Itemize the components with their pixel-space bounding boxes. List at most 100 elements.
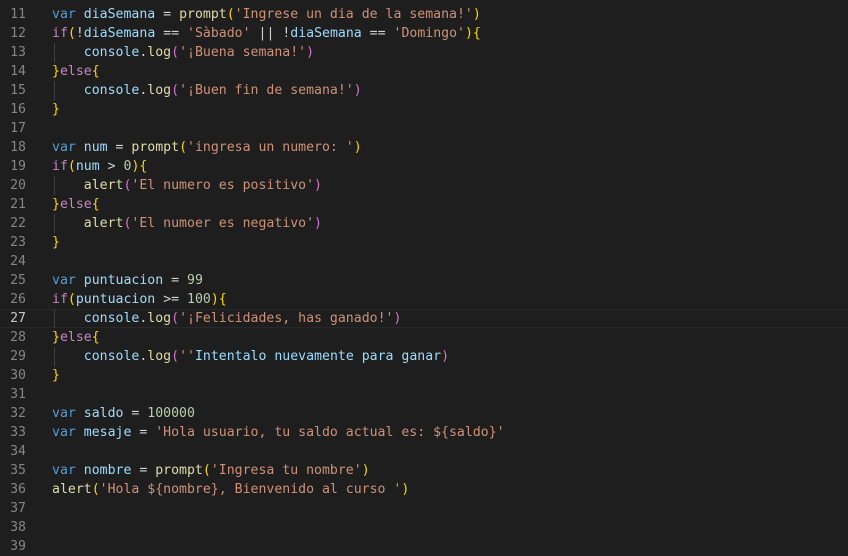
code-token: ( <box>171 311 180 326</box>
line-number: 39 <box>10 539 26 554</box>
code-line-23[interactable]: 23} <box>0 233 848 252</box>
code-token: ( <box>67 292 76 307</box>
code-line-20[interactable]: 20 alert('El numero es positivo') <box>0 176 848 195</box>
code-token: 'Hola usuario, tu saldo actual es: ${sal… <box>155 425 505 440</box>
code-line-17[interactable]: 17 <box>0 119 848 138</box>
code-line-13[interactable]: 13 console.log('¡Buena semana!') <box>0 43 848 62</box>
code-token: diaSemana <box>290 26 362 41</box>
code-token: 'Sàbado' <box>187 26 251 41</box>
code-token: } <box>52 330 60 345</box>
code-token: ( <box>171 45 180 60</box>
code-line-21[interactable]: 21}else{ <box>0 195 848 214</box>
code-text: if(!diaSemana == 'Sàbado' || !diaSemana … <box>52 24 481 43</box>
code-token: ) <box>210 292 219 307</box>
code-token: var <box>52 7 84 22</box>
code-text: var nombre = prompt('Ingresa tu nombre') <box>52 461 370 480</box>
code-line-18[interactable]: 18 var num = prompt('ingresa un numero: '… <box>0 138 848 157</box>
code-token: var <box>52 425 84 440</box>
code-token: 100 <box>187 292 211 307</box>
code-line-36[interactable]: 36 alert('Hola ${nombre}, Bienvenido al c… <box>0 480 848 499</box>
code-text: var num = prompt('ingresa un numero: ') <box>52 138 362 157</box>
code-text: alert('Hola ${nombre}, Bienvenido al cur… <box>52 480 409 499</box>
code-token: ( <box>202 463 211 478</box>
code-line-25[interactable]: 25 var puntuacion = 99 <box>0 271 848 290</box>
line-number: 19 <box>10 159 26 174</box>
code-line-27[interactable]: 27 console.log('¡Felicidades, has ganado… <box>0 309 848 328</box>
code-line-32[interactable]: 32 var saldo = 100000 <box>0 404 848 423</box>
code-line-31[interactable]: 31 <box>0 385 848 404</box>
code-token: puntuacion <box>75 292 156 307</box>
code-text: }else{ <box>52 328 100 347</box>
code-token: log <box>147 45 172 60</box>
code-line-24[interactable]: 24 <box>0 252 848 271</box>
code-token: var <box>52 273 84 288</box>
code-token: = <box>107 140 132 155</box>
code-token: ) <box>353 83 362 98</box>
code-line-11[interactable]: 11 var diaSemana = prompt('Ingrese un dia… <box>0 5 848 24</box>
code-text: console.log('¡Buena semana!') <box>52 43 314 62</box>
code-text: var saldo = 100000 <box>52 404 195 423</box>
code-text: var diaSemana = prompt('Ingrese un dia d… <box>52 5 481 24</box>
code-token: mesaje <box>83 425 132 440</box>
code-line-16[interactable]: 16} <box>0 100 848 119</box>
line-number: 11 <box>10 7 26 22</box>
code-token: 99 <box>187 273 203 288</box>
code-token: else <box>59 197 92 212</box>
code-line-26[interactable]: 26 if(puntuacion >= 100){ <box>0 290 848 309</box>
indent-guide <box>54 309 55 328</box>
code-token: num <box>83 140 108 155</box>
line-number: 17 <box>10 121 26 136</box>
code-token: 'Ingresa tu nombre' <box>210 463 362 478</box>
line-number: 30 <box>10 368 26 383</box>
code-line-14[interactable]: 14}else{ <box>0 62 848 81</box>
code-token: console <box>83 349 140 364</box>
code-text: alert('El numoer es negativo') <box>52 214 322 233</box>
code-line-15[interactable]: 15 console.log('¡Buen fin de semana!') <box>0 81 848 100</box>
code-token: { <box>139 159 148 174</box>
line-number: 35 <box>10 463 26 478</box>
code-token: = <box>131 425 156 440</box>
code-token: alert <box>52 482 92 497</box>
code-line-12[interactable]: 12 if(!diaSemana == 'Sàbado' || !diaSeman… <box>0 24 848 43</box>
code-token: } <box>52 235 60 250</box>
code-token: 'ingresa un numero: ' <box>187 140 354 155</box>
code-line-28[interactable]: 28}else{ <box>0 328 848 347</box>
code-token: '¡Felicidades, has ganado!' <box>179 311 394 326</box>
code-text: console.log('¡Felicidades, has ganado!') <box>52 309 402 328</box>
code-token: var <box>52 463 84 478</box>
code-line-39[interactable]: 39 <box>0 537 848 556</box>
code-token: prompt <box>179 7 227 22</box>
code-token: ) <box>361 463 370 478</box>
code-line-34[interactable]: 34 <box>0 442 848 461</box>
line-number: 36 <box>10 482 26 497</box>
code-token: puntuacion <box>83 273 164 288</box>
line-number: 38 <box>10 520 26 535</box>
code-line-35[interactable]: 35 var nombre = prompt('Ingresa tu nombre… <box>0 461 848 480</box>
code-text: if(num > 0){ <box>52 157 147 176</box>
code-line-38[interactable]: 38 <box>0 518 848 537</box>
code-line-22[interactable]: 22 alert('El numoer es negativo') <box>0 214 848 233</box>
code-line-30[interactable]: 30} <box>0 366 848 385</box>
code-token: == <box>155 26 188 41</box>
code-token: } <box>52 64 60 79</box>
code-token: ( <box>171 83 180 98</box>
code-token: '¡Buen fin de semana!' <box>179 83 354 98</box>
code-token: prompt <box>131 140 180 155</box>
code-editor[interactable]: 11 var diaSemana = prompt('Ingrese un dia… <box>0 0 848 555</box>
code-token: alert <box>83 216 124 231</box>
code-token: = <box>163 273 187 288</box>
code-line-29[interactable]: 29 console.log(''Intentalo nuevamente pa… <box>0 347 848 366</box>
code-token: diaSemana <box>83 7 156 22</box>
code-line-33[interactable]: 33 var mesaje = 'Hola usuario, tu saldo a… <box>0 423 848 442</box>
line-number: 25 <box>10 273 26 288</box>
code-text: var mesaje = 'Hola usuario, tu saldo act… <box>52 423 505 442</box>
code-line-37[interactable]: 37 <box>0 499 848 518</box>
code-token: 'El numero es positivo' <box>131 178 315 193</box>
indent-guide <box>54 43 55 62</box>
code-token: ( <box>67 26 76 41</box>
code-line-19[interactable]: 19 if(num > 0){ <box>0 157 848 176</box>
line-number: 26 <box>10 292 26 307</box>
line-number: 13 <box>10 45 26 60</box>
